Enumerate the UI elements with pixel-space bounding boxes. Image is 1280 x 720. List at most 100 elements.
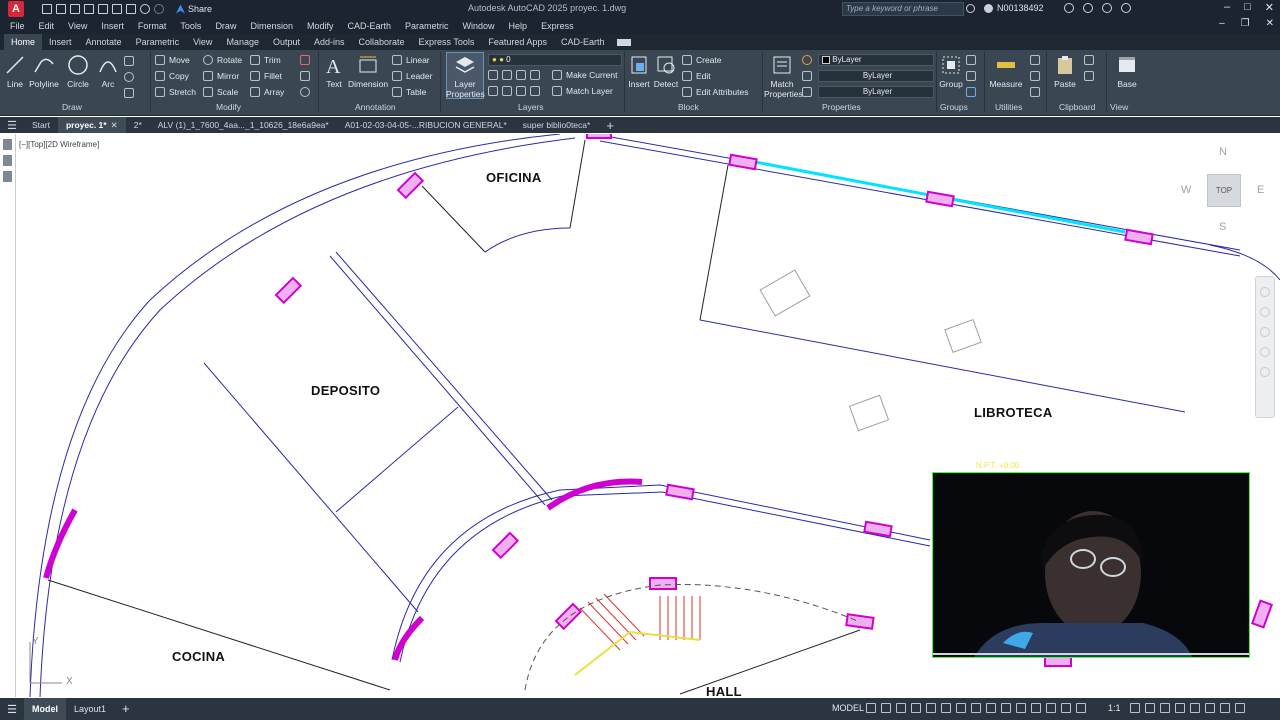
viewcube-top[interactable]: TOP: [1207, 174, 1241, 207]
edit-block-button[interactable]: Edit: [682, 71, 711, 81]
move-button[interactable]: Move: [155, 55, 190, 65]
menu-help[interactable]: Help: [509, 21, 528, 31]
steering-wheel-icon[interactable]: [1260, 287, 1270, 297]
id-point-button[interactable]: [1030, 87, 1040, 97]
settings-icon[interactable]: [1121, 3, 1131, 13]
text-button[interactable]: A Text: [322, 54, 346, 89]
menu-file[interactable]: File: [10, 21, 25, 31]
polar-icon[interactable]: [911, 703, 921, 713]
annotation-scale-icon[interactable]: [1076, 703, 1086, 713]
fillet-button[interactable]: Fillet: [250, 71, 282, 81]
doc-tab-2[interactable]: 2*: [126, 117, 150, 133]
object-snap-tracking-icon[interactable]: [941, 703, 951, 713]
zoom-icon[interactable]: [1260, 327, 1270, 337]
trim-button[interactable]: Trim: [250, 55, 281, 65]
rectangle-button[interactable]: [124, 56, 134, 66]
group-button[interactable]: Group: [938, 54, 964, 89]
cut-button[interactable]: [1084, 55, 1094, 65]
modify-panel-label[interactable]: Modify: [216, 102, 241, 112]
save-web-icon[interactable]: [112, 4, 122, 14]
search-input[interactable]: Type a keyword or phrase: [842, 2, 964, 16]
tab-output[interactable]: Output: [266, 34, 307, 50]
annotation-panel-label[interactable]: Annotation: [355, 102, 396, 112]
layer-dropdown[interactable]: ● ● 0: [488, 54, 622, 66]
units-icon[interactable]: [1160, 703, 1170, 713]
paste-button[interactable]: Paste: [1050, 54, 1080, 89]
close-tab-icon[interactable]: ✕: [111, 120, 118, 130]
detect-button[interactable]: Detect: [653, 54, 679, 89]
linetype-button[interactable]: [802, 71, 812, 81]
hardware-acceleration-icon[interactable]: [1205, 703, 1215, 713]
viewport-controls[interactable]: [−][Top][2D Wireframe]: [19, 140, 99, 149]
stretch-button[interactable]: Stretch: [155, 87, 196, 97]
draw-panel-label[interactable]: Draw: [62, 102, 82, 112]
erase-button[interactable]: [300, 55, 310, 65]
ortho-icon[interactable]: [896, 703, 906, 713]
color-wheel-button[interactable]: [802, 55, 812, 65]
menu-modify[interactable]: Modify: [307, 21, 334, 31]
quick-properties-icon[interactable]: [1175, 703, 1185, 713]
save-as-icon[interactable]: [84, 4, 94, 14]
layout-tab-model[interactable]: Model: [24, 698, 66, 720]
gradient-button[interactable]: [124, 88, 134, 98]
utilities-panel-label[interactable]: Utilities: [995, 102, 1022, 112]
dimension-button[interactable]: Dimension: [348, 54, 388, 89]
new-tab-button[interactable]: +: [606, 118, 614, 133]
group-edit-button[interactable]: [966, 71, 976, 81]
open-web-icon[interactable]: [98, 4, 108, 14]
clipboard-panel-label[interactable]: Clipboard: [1059, 102, 1095, 112]
circle-button[interactable]: Circle: [64, 54, 92, 89]
polyline-button[interactable]: Polyline: [28, 54, 60, 89]
tab-manage[interactable]: Manage: [219, 34, 266, 50]
mirror-button[interactable]: Mirror: [203, 71, 239, 81]
offset-button[interactable]: [300, 87, 310, 97]
table-button[interactable]: Table: [392, 87, 426, 97]
plot-icon[interactable]: [126, 4, 136, 14]
isolate-objects-icon[interactable]: [1190, 703, 1200, 713]
viewcube-west[interactable]: W: [1181, 184, 1191, 196]
layers-panel-label[interactable]: Layers: [518, 102, 544, 112]
object-snap-icon[interactable]: [956, 703, 966, 713]
viewcube-north[interactable]: N: [1219, 146, 1227, 158]
hatch-button[interactable]: [124, 72, 134, 82]
doc-tab-super-biblioteca[interactable]: super biblio0teca*: [515, 117, 599, 133]
dynamic-input-icon[interactable]: [1031, 703, 1041, 713]
layer-tools-row-1[interactable]: [488, 70, 540, 80]
properties-panel-label[interactable]: Properties: [822, 102, 861, 112]
ribbon-toggle-icon[interactable]: [617, 38, 632, 46]
properties-palette-icon[interactable]: [3, 155, 12, 166]
menu-cad-earth[interactable]: CAD-Earth: [348, 21, 392, 31]
explode-button[interactable]: [300, 71, 310, 81]
tab-home[interactable]: Home: [4, 34, 43, 50]
quick-select-button[interactable]: [1030, 55, 1040, 65]
autocad-logo[interactable]: A: [8, 1, 24, 17]
menu-window[interactable]: Window: [463, 21, 495, 31]
groups-panel-label[interactable]: Groups: [940, 102, 968, 112]
close-button[interactable]: ✕: [1265, 1, 1274, 14]
layout-tab-layout1[interactable]: Layout1: [66, 698, 114, 720]
redo-icon[interactable]: [154, 4, 164, 14]
tab-cad-earth[interactable]: CAD-Earth: [554, 34, 612, 50]
auto-scale-icon[interactable]: [1061, 703, 1071, 713]
customization-icon[interactable]: [1235, 703, 1245, 713]
menu-tools[interactable]: Tools: [180, 21, 201, 31]
viewcube-south[interactable]: S: [1219, 221, 1226, 233]
viewcube-east[interactable]: E: [1257, 184, 1264, 196]
snap-icon[interactable]: [881, 703, 891, 713]
tab-insert[interactable]: Insert: [42, 34, 79, 50]
selection-cycling-icon[interactable]: [1001, 703, 1011, 713]
annotation-scale-value[interactable]: 1:1: [1108, 703, 1121, 713]
rotate-button[interactable]: Rotate: [203, 55, 242, 65]
lineweight-toggle-icon[interactable]: [971, 703, 981, 713]
transparency-icon[interactable]: [986, 703, 996, 713]
minimize-button[interactable]: –: [1224, 1, 1230, 14]
new-file-icon[interactable]: [42, 4, 52, 14]
isodraft-icon[interactable]: [926, 703, 936, 713]
learning-icon[interactable]: [1083, 3, 1093, 13]
menu-insert[interactable]: Insert: [101, 21, 124, 31]
base-view-button[interactable]: Base: [1112, 54, 1142, 89]
copy-button[interactable]: Copy: [155, 71, 189, 81]
insert-block-button[interactable]: Insert: [627, 54, 651, 89]
drawing-minimize-button[interactable]: –: [1219, 18, 1225, 29]
workspace-gear-icon[interactable]: [1130, 703, 1140, 713]
